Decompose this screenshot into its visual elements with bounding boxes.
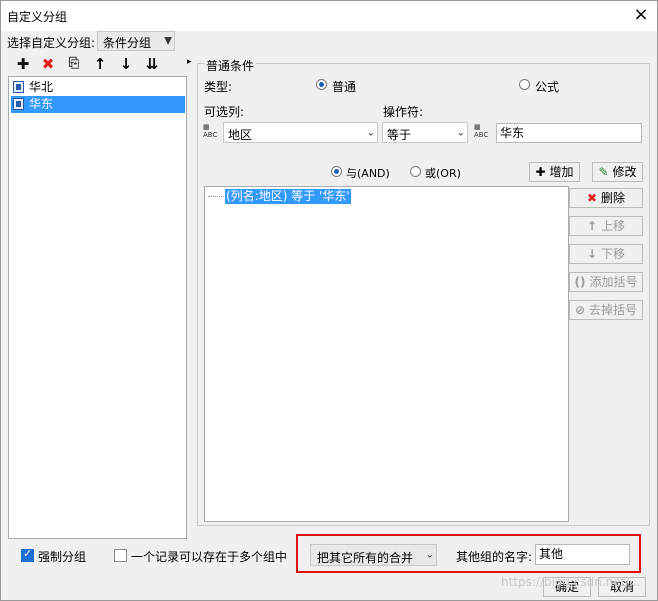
copy-icon[interactable]: ⎘ (64, 54, 84, 74)
delete-condition-button[interactable]: ✖ 删除 (569, 188, 643, 208)
tree-item-label: 华东 (29, 97, 54, 111)
type-normal-label: 普通 (332, 80, 357, 94)
or-radio[interactable] (410, 166, 421, 177)
multi-group-label: 一个记录可以存在于多个组中 (131, 550, 288, 564)
custom-group-dialog: 自定义分组 × 选择自定义分组: 条件分组 ▼ ✚ ✖ ⎘ ↑ ↓ ⇊ ▸ 华北… (0, 0, 658, 601)
remove-bracket-label: 去掉括号 (589, 303, 638, 317)
edit-icon: ✎ (598, 165, 609, 179)
add-bracket-button[interactable]: () 添加括号 (569, 272, 643, 292)
splitter-arrow-icon[interactable]: ▸ (187, 57, 192, 67)
type-formula-radio[interactable] (519, 79, 530, 90)
or-label: 或(OR) (425, 167, 461, 180)
move-up-button[interactable]: ↑ 上移 (569, 216, 643, 236)
type-formula-label: 公式 (535, 80, 560, 94)
add-bracket-label: 添加括号 (589, 275, 638, 289)
tree-item-huadong[interactable]: 华东 (11, 96, 185, 113)
sort-icon[interactable]: ⇊ (142, 54, 162, 74)
add-condition-label: 增加 (549, 165, 574, 179)
arrow-down-icon: ↓ (586, 247, 598, 261)
abc-value-icon[interactable]: ▦ ABC (474, 123, 492, 141)
remove-bracket-button[interactable]: ⊘ 去掉括号 (569, 300, 643, 320)
tree-connector (208, 196, 224, 197)
force-group-label: 强制分组 (38, 550, 87, 564)
operator-select-value: 等于 (387, 128, 412, 142)
chevron-down-icon: ▼ (164, 35, 172, 47)
merge-others-value: 把其它所有的合并 (317, 551, 414, 565)
column-select[interactable]: 地区 ⌄ (223, 122, 378, 143)
type-label: 类型: (204, 80, 233, 94)
chevron-down-icon: ⌄ (366, 127, 375, 138)
move-down-button[interactable]: ↓ 下移 (569, 244, 643, 264)
group-item-icon (13, 81, 24, 93)
other-group-name-label: 其他组的名字: (456, 550, 533, 564)
modify-condition-button[interactable]: ✎ 修改 (592, 162, 643, 182)
type-normal-radio[interactable] (316, 79, 327, 90)
condition-section-title: 普通条件 (204, 57, 257, 74)
tree-item-label: 华北 (29, 80, 54, 94)
add-condition-button[interactable]: ✚ 增加 (529, 162, 580, 182)
title-bar: 自定义分组 × (1, 1, 657, 31)
add-icon[interactable]: ✚ (13, 54, 33, 74)
other-group-name-input[interactable]: 其他 (535, 544, 630, 565)
move-up-icon[interactable]: ↑ (90, 54, 110, 74)
delete-label: 删除 (601, 191, 626, 205)
close-icon[interactable]: × (631, 4, 651, 26)
multi-group-checkbox[interactable] (114, 549, 127, 562)
operator-select[interactable]: 等于 ⌄ (382, 122, 468, 143)
delete-icon[interactable]: ✖ (38, 54, 58, 74)
chevron-down-icon: ⌄ (425, 549, 434, 561)
group-select-label: 选择自定义分组: (7, 36, 96, 50)
arrow-up-icon: ↑ (586, 219, 598, 233)
group-select-value: 条件分组 (103, 36, 152, 50)
bracket-icon: () (574, 275, 586, 289)
modify-condition-label: 修改 (612, 165, 637, 179)
delete-icon: ✖ (586, 191, 598, 205)
and-radio[interactable] (331, 166, 342, 177)
move-down-label: 下移 (601, 247, 626, 261)
force-group-checkbox[interactable] (21, 547, 34, 562)
move-down-icon[interactable]: ↓ (116, 54, 136, 74)
group-select-dropdown[interactable]: 条件分组 ▼ (97, 31, 175, 51)
and-label: 与(AND) (346, 167, 390, 180)
merge-others-select[interactable]: 把其它所有的合并 ⌄ (310, 544, 437, 566)
remove-bracket-icon: ⊘ (574, 303, 586, 317)
optional-column-label: 可选列: (204, 105, 245, 119)
condition-expression-list (204, 186, 569, 522)
plus-icon: ✚ (535, 165, 546, 179)
column-select-value: 地区 (228, 128, 253, 142)
group-tree: 华北 华东 (8, 76, 187, 539)
condition-value-input[interactable]: 华东 (496, 123, 642, 143)
watermark-text: https://blog.csdn.net/... (501, 575, 641, 589)
chevron-down-icon: ⌄ (456, 127, 465, 138)
move-up-label: 上移 (601, 219, 626, 233)
condition-expression-item[interactable]: (列名:地区) 等于 '华东' (225, 189, 351, 204)
operator-label: 操作符: (383, 105, 424, 119)
tree-item-huabei[interactable]: 华北 (11, 79, 203, 96)
window-title: 自定义分组 (7, 10, 68, 24)
group-item-icon (13, 98, 24, 110)
abc-field-icon: ▦ ABC (203, 123, 218, 139)
